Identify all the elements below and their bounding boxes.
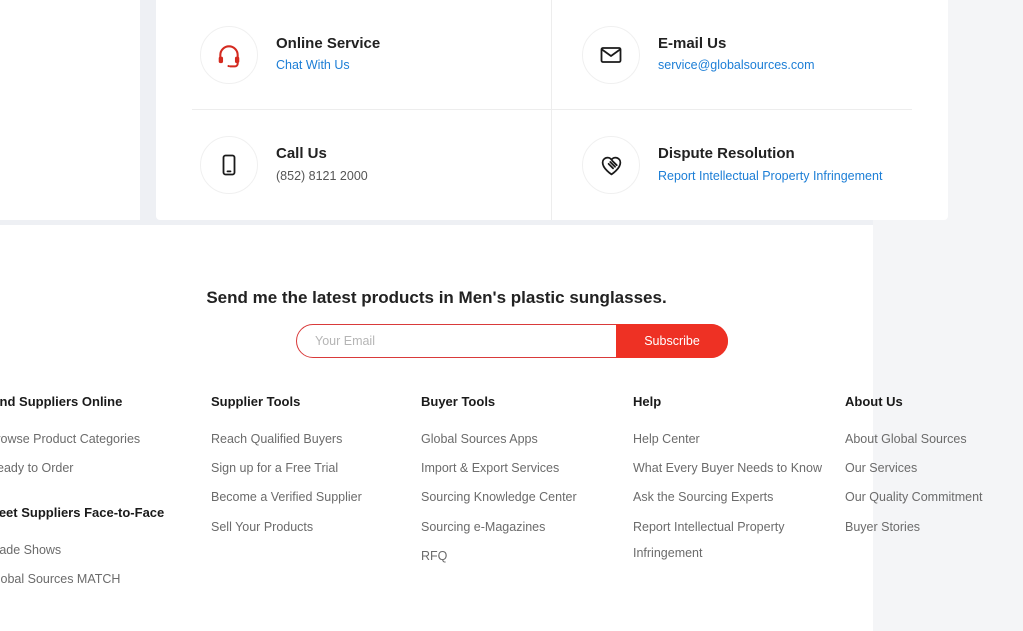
contact-item-text: E-mail Us service@globalsources.com <box>658 34 815 73</box>
footer-link[interactable]: Global Sources MATCH <box>0 572 188 586</box>
footer-link[interactable]: About Global Sources <box>845 432 1023 446</box>
footer-link[interactable]: Global Sources Apps <box>421 432 621 446</box>
contact-item-text: Call Us (852) 8121 2000 <box>276 146 368 183</box>
footer-link[interactable]: Ask the Sourcing Experts <box>633 490 838 504</box>
footer-link[interactable]: Report Intellectual Property <box>633 520 838 534</box>
footer-link[interactable]: What Every Buyer Needs to Know <box>633 461 838 475</box>
contact-item-call-us[interactable]: Call Us (852) 8121 2000 <box>192 110 552 220</box>
subscribe-button[interactable]: Subscribe <box>616 324 728 358</box>
footer-column-buyer-tools: Buyer Tools Global Sources Apps Import &… <box>421 394 621 578</box>
contact-card: Online Service Chat With Us E-mail Us se… <box>156 0 948 220</box>
contact-item-online-service[interactable]: Online Service Chat With Us <box>192 0 552 110</box>
footer-bottom-spacer <box>0 620 873 631</box>
contact-item-dispute-resolution[interactable]: Dispute Resolution Report Intellectual P… <box>552 110 912 220</box>
footer: Find Suppliers Online Browse Product Cat… <box>0 380 983 620</box>
contact-grid: Online Service Chat With Us E-mail Us se… <box>192 0 912 220</box>
heart-handshake-icon <box>582 136 640 194</box>
envelope-icon <box>582 25 640 84</box>
mobile-phone-icon <box>200 136 258 194</box>
newsletter-section: Send me the latest products in Men's pla… <box>0 255 873 380</box>
contact-item-link[interactable]: Chat With Us <box>276 59 380 73</box>
contact-item-email-us[interactable]: E-mail Us service@globalsources.com <box>552 0 912 110</box>
footer-link[interactable]: Trade Shows <box>0 543 188 557</box>
contact-item-link[interactable]: service@globalsources.com <box>658 59 815 73</box>
footer-link[interactable]: Sourcing e-Magazines <box>421 520 621 534</box>
footer-link[interactable]: Browse Product Categories <box>0 432 188 446</box>
footer-link[interactable]: Sell Your Products <box>211 520 411 534</box>
email-input[interactable] <box>297 325 616 357</box>
footer-link[interactable]: Sign up for a Free Trial <box>211 461 411 475</box>
footer-link[interactable]: Sourcing Knowledge Center <box>421 490 621 504</box>
contact-item-text: Dispute Resolution Report Intellectual P… <box>658 146 882 183</box>
footer-link[interactable]: Import & Export Services <box>421 461 621 475</box>
footer-column-find-suppliers-online: Find Suppliers Online Browse Product Cat… <box>0 394 188 602</box>
footer-link-continuation[interactable]: Infringement <box>633 546 838 560</box>
footer-column-title: About Us <box>845 394 903 409</box>
newsletter-heading: Send me the latest products in Men's pla… <box>206 288 667 307</box>
footer-column-supplier-tools: Supplier Tools Reach Qualified Buyers Si… <box>211 394 411 549</box>
footer-column-title: Find Suppliers Online <box>0 394 123 409</box>
footer-link[interactable]: Help Center <box>633 432 838 446</box>
subscribe-form: Subscribe <box>296 324 728 358</box>
footer-link[interactable]: Become a Verified Supplier <box>211 490 411 504</box>
footer-link[interactable]: Reach Qualified Buyers <box>211 432 411 446</box>
footer-link[interactable]: Our Services <box>845 461 1023 475</box>
headset-icon <box>200 25 258 84</box>
footer-link[interactable]: Ready to Order <box>0 461 188 475</box>
footer-column-about-us: About Us About Global Sources Our Servic… <box>845 394 1023 549</box>
contact-item-title: Call Us <box>276 145 327 163</box>
contact-item-title: Online Service <box>276 34 381 52</box>
footer-link[interactable]: RFQ <box>421 549 621 563</box>
contact-item-title: Dispute Resolution <box>658 145 795 163</box>
left-side-panel <box>0 0 140 220</box>
contact-item-text: Online Service Chat With Us <box>276 34 381 73</box>
contact-item-phone-number: (852) 8121 2000 <box>276 168 368 183</box>
footer-column-title: Supplier Tools <box>211 394 301 409</box>
footer-column-title: Buyer Tools <box>421 394 496 409</box>
contact-item-title: E-mail Us <box>658 34 727 52</box>
footer-column-title: Help <box>633 394 662 409</box>
footer-link[interactable]: Our Quality Commitment <box>845 490 1023 504</box>
footer-link[interactable]: Buyer Stories <box>845 520 1023 534</box>
contact-item-link[interactable]: Report Intellectual Property Infringemen… <box>658 169 882 184</box>
page-root: Online Service Chat With Us E-mail Us se… <box>0 0 1023 631</box>
footer-column-help: Help Help Center What Every Buyer Needs … <box>633 394 838 575</box>
footer-column-subtitle: Meet Suppliers Face-to-Face <box>0 505 165 521</box>
